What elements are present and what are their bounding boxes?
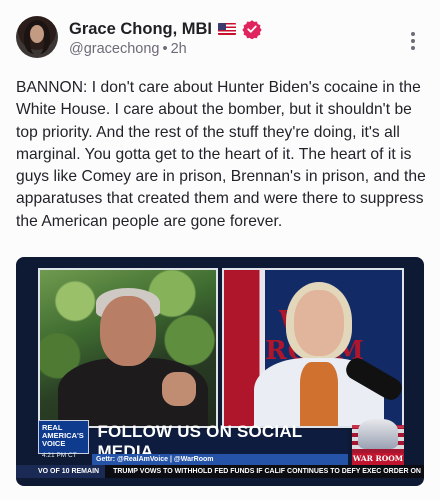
post-body-text: BANNON: I don't care about Hunter Biden'… [16, 79, 426, 230]
lower-third-banner: REAL AMERICA'S VOICE 4:21 PM CT FOLLOW U… [38, 420, 348, 461]
ticker-count: VO OF 10 REMAIN [16, 465, 106, 478]
eagle-icon [358, 419, 398, 449]
author-name-row: Grace Chong, MBI [69, 19, 262, 39]
avatar[interactable] [16, 16, 58, 58]
video-panel-left [38, 268, 218, 428]
news-ticker: VO OF 10 REMAIN TRUMP VOWS TO WITHHOLD F… [16, 465, 424, 478]
post-timestamp[interactable]: 2h [171, 41, 187, 57]
author-handle[interactable]: @gracechong [69, 41, 160, 57]
video-panel-right: WAR ROOM [222, 268, 404, 428]
separator-dot: • [162, 41, 168, 57]
lower-third-subline: Gettr: @RealAmVoice | @WarRoom [92, 454, 348, 465]
ticker-text: TRUMP VOWS TO WITHHOLD FED FUNDS IF CALI… [113, 468, 421, 475]
real-americas-voice-logo: REAL AMERICA'S VOICE 4:21 PM CT [38, 420, 90, 459]
us-flag-icon [218, 23, 237, 35]
author-display-name[interactable]: Grace Chong, MBI [69, 20, 212, 39]
post-header: Grace Chong, MBI @gracechong • 2h [16, 16, 424, 64]
broadcast-time: 4:21 PM CT [42, 452, 77, 459]
war-room-logo: WAR ROOM [352, 419, 404, 469]
more-options-icon[interactable] [410, 32, 416, 52]
verified-badge-icon [242, 20, 262, 39]
author-handle-row: @gracechong • 2h [69, 41, 187, 57]
post-video-thumbnail[interactable]: WAR ROOM REAL AMERICA'S VOICE 4:21 PM CT… [16, 257, 424, 486]
